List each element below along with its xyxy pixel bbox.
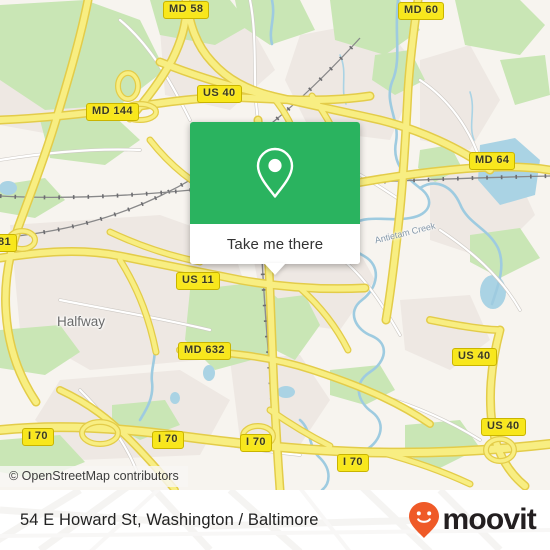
road-shield: MD 632 [178,342,231,360]
place-label: Halfway [57,314,106,329]
road-shield: I 70 [337,454,369,472]
location-popup-card[interactable]: Take me there [190,122,360,275]
road-shield: I 70 [240,434,272,452]
map-canvas[interactable]: MD 58 MD 60 US 40 MD 144 MD 64 81 US 11 MD 632 U… [0,0,550,490]
moovit-logo[interactable]: moovit [408,501,537,539]
road-shield: US 40 [481,418,526,436]
road-shield: MD 58 [163,1,210,19]
road-shield: MD 144 [86,103,139,121]
take-me-there-button[interactable]: Take me there [190,224,360,275]
osm-attribution[interactable]: © OpenStreetMap contributors [0,466,188,487]
moovit-wordmark: moovit [442,503,536,536]
road-shield: 81 [0,234,18,252]
road-shield: US 40 [452,348,497,366]
map-pin-icon [256,147,294,198]
footer-bar: 54 E Howard St, Washington / Baltimore m… [0,490,550,550]
moovit-smiley-pin-icon [409,502,440,538]
road-shield: MD 60 [398,2,445,20]
location-address: 54 E Howard St, Washington / Baltimore [20,510,319,529]
road-shield: MD 64 [469,152,516,170]
road-shield: US 40 [197,85,242,103]
road-shield: US 11 [176,272,220,290]
map-screen: MD 58 MD 60 US 40 MD 144 MD 64 81 US 11 MD 632 U… [0,0,550,550]
popup-image-panel [190,122,360,224]
road-shield: I 70 [152,431,184,449]
popup-tail-pointer [264,263,286,275]
take-me-there-label: Take me there [226,235,324,253]
road-shield: I 70 [22,428,54,446]
